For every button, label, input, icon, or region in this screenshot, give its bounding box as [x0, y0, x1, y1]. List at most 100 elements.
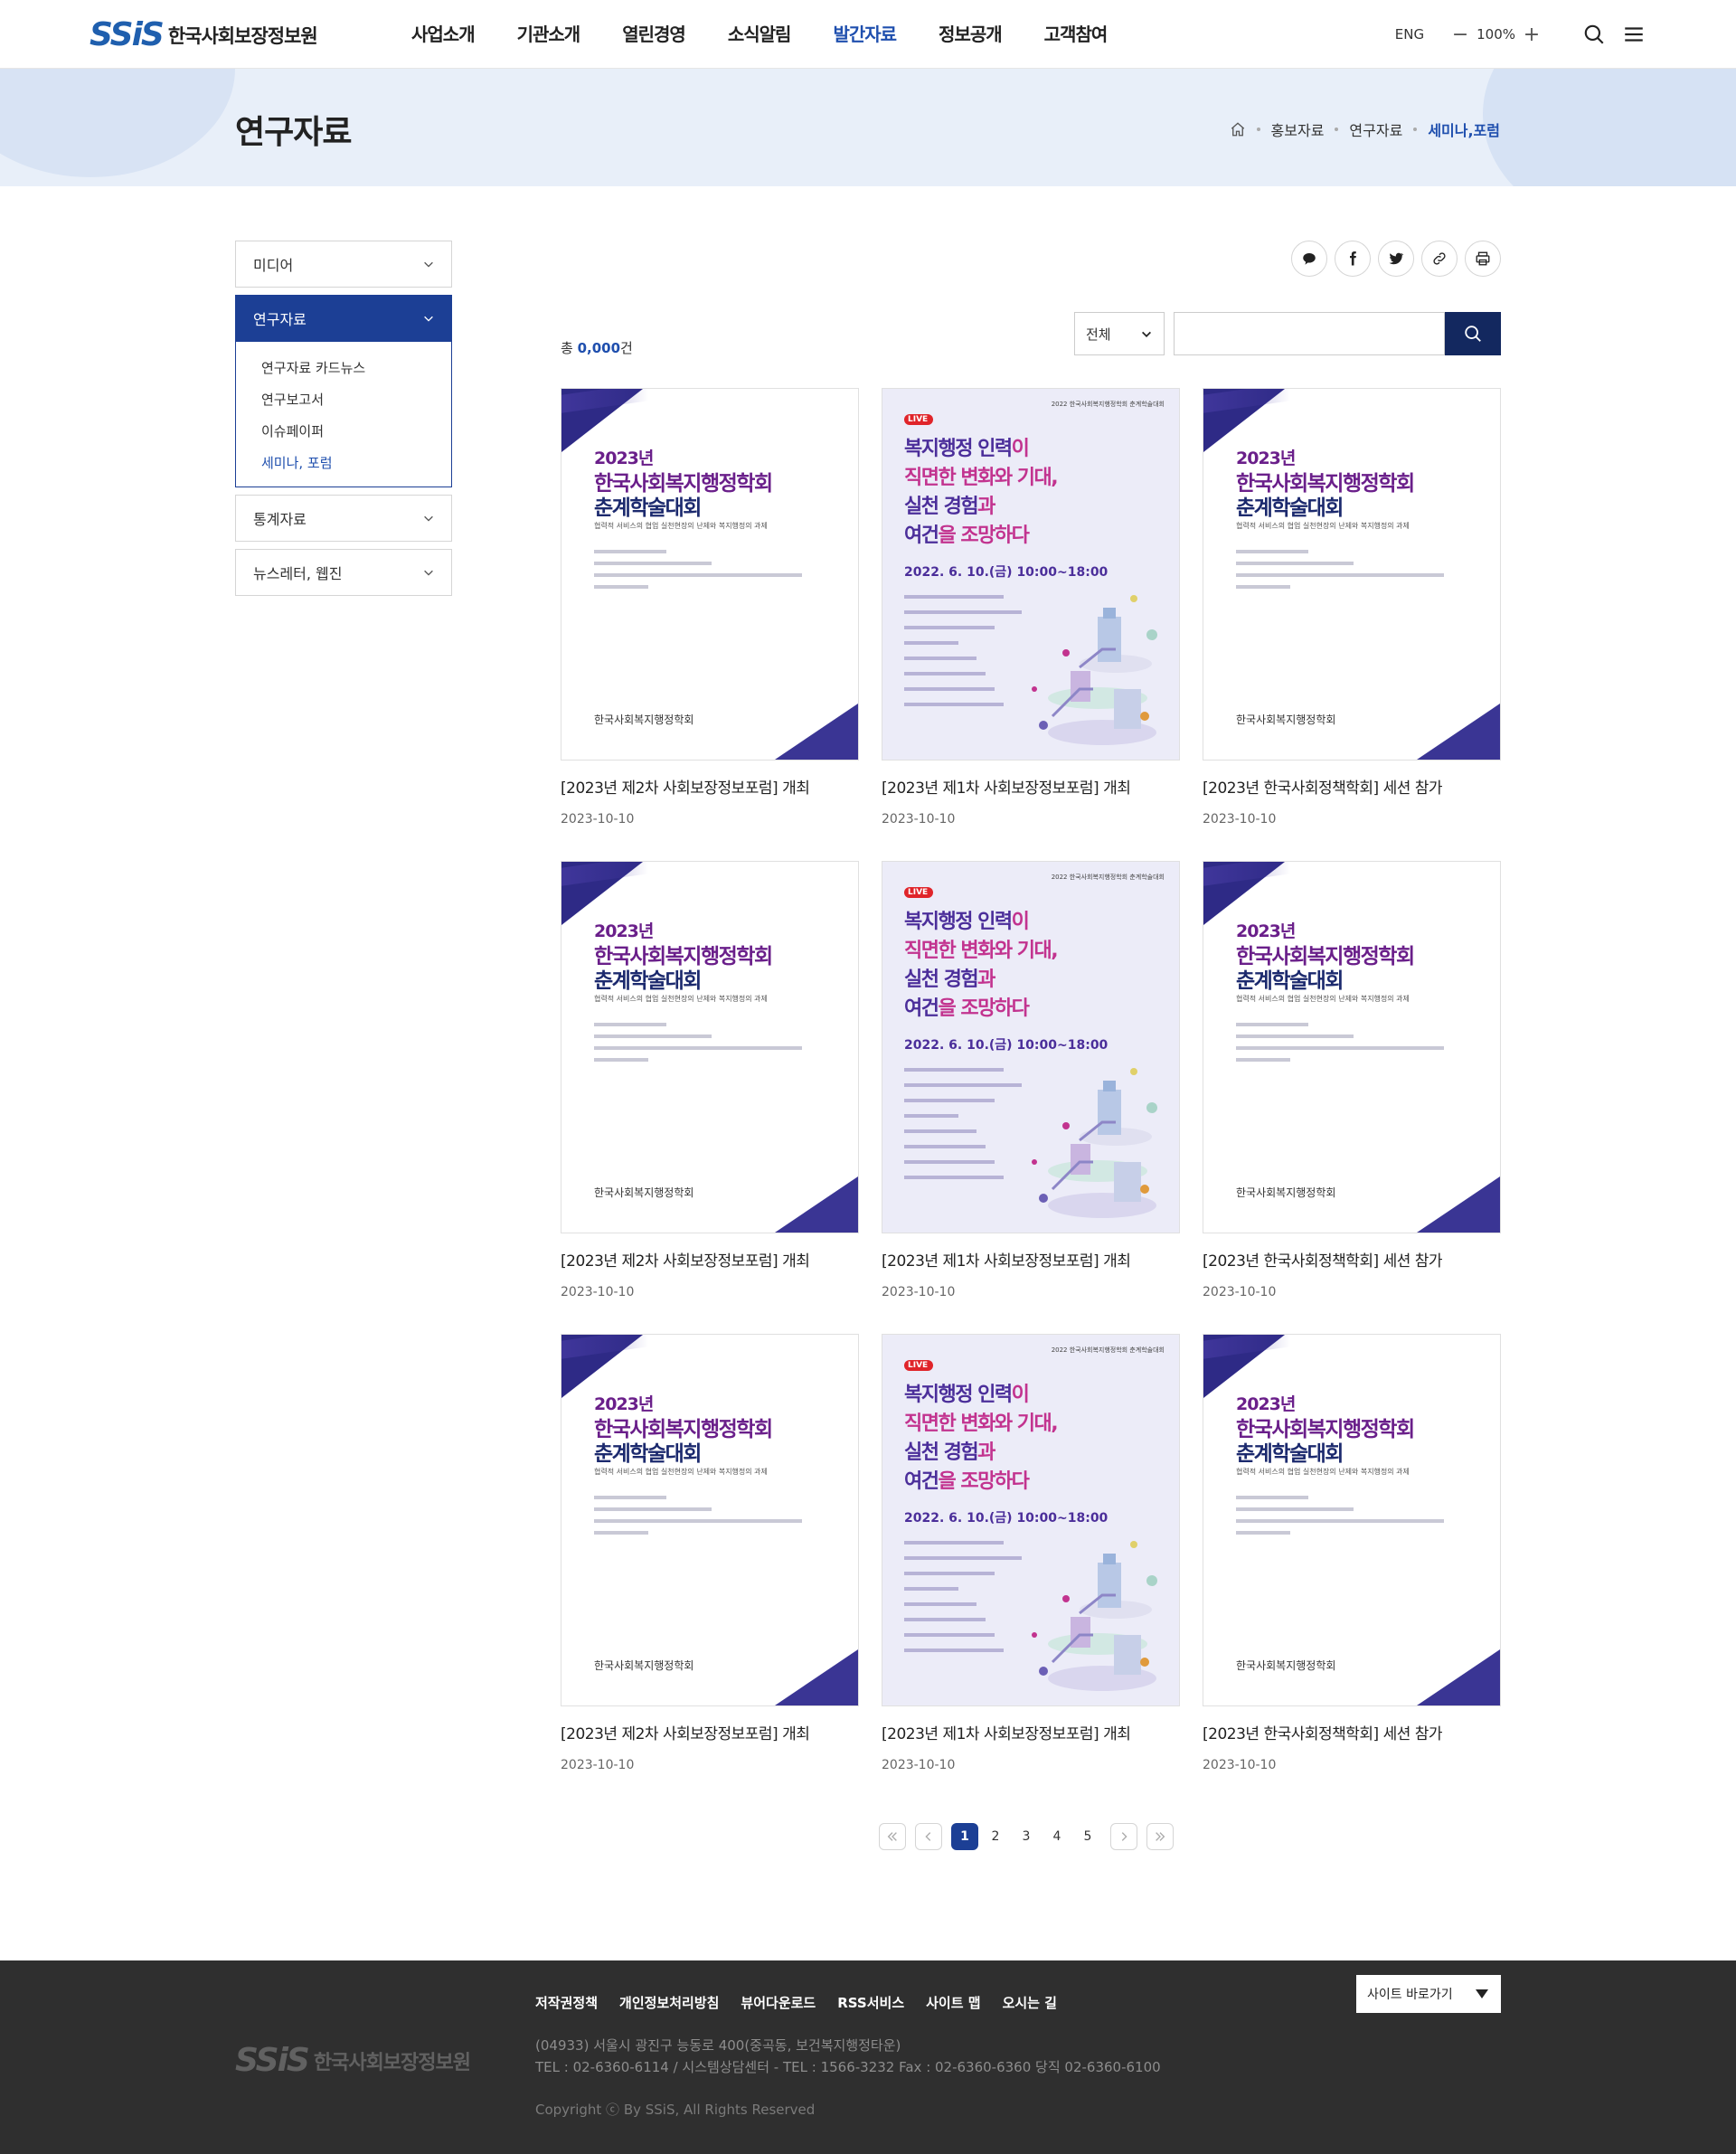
language-link[interactable]: ENG: [1395, 26, 1424, 43]
prev-page-button[interactable]: [915, 1823, 942, 1850]
card-date: 2023-10-10: [1203, 1285, 1277, 1299]
poster-thumbnail[interactable]: 2023년 한국사회복지행정학회 춘계학술대회 협력적 서비스의 협업 실천현장의 난…: [1203, 861, 1501, 1233]
last-page-button[interactable]: [1146, 1823, 1174, 1850]
caret-down-icon: [1476, 1989, 1488, 1998]
footer-link-privacy-policy[interactable]: 개인정보처리방침: [619, 1993, 719, 2012]
poster-info-lines: [904, 1068, 1031, 1191]
poster-thumbnail[interactable]: 2022 한국사회복지행정학회 춘계학술대회 LIVE 복지행정 인력이 직면한 변화…: [882, 861, 1180, 1233]
card-title[interactable]: [2023년 제1차 사회보장정보포럼] 개최: [882, 1721, 1180, 1743]
breadcrumb-item[interactable]: 홍보자료: [1271, 118, 1325, 140]
search-form: 전체: [1074, 312, 1501, 355]
poster-thumbnail[interactable]: 2023년 한국사회복지행정학회 춘계학술대회 협력적 서비스의 협업 실천현장의 난…: [561, 861, 859, 1233]
lnb-item-statistics[interactable]: 통계자료: [235, 495, 452, 542]
home-icon[interactable]: [1230, 121, 1246, 137]
share-kakao-button[interactable]: [1291, 241, 1327, 277]
search-button[interactable]: [1445, 312, 1501, 355]
page-number[interactable]: 2: [982, 1823, 1009, 1850]
chevron-down-icon: [424, 261, 433, 268]
lnb-item-newsletter[interactable]: 뉴스레터, 웹진: [235, 549, 452, 596]
footer-link-rss[interactable]: RSS서비스: [837, 1993, 904, 2012]
poster-thumbnail[interactable]: 2023년 한국사회복지행정학회 춘계학술대회 협력적 서비스의 협업 실천현장의 난…: [1203, 388, 1501, 761]
gnb-item-disclosure[interactable]: 정보공개: [939, 0, 1003, 69]
card-title[interactable]: [2023년 한국사회정책학회] 세션 참가: [1203, 1248, 1501, 1271]
seminar-card[interactable]: 2023년 한국사회복지행정학회 춘계학술대회 협력적 서비스의 협업 실천현장의 난…: [1203, 1334, 1501, 1807]
seminar-card[interactable]: 2023년 한국사회복지행정학회 춘계학술대회 협력적 서비스의 협업 실천현장의 난…: [561, 1334, 859, 1807]
family-site-select[interactable]: 사이트 바로가기: [1356, 1975, 1501, 2013]
page-number[interactable]: 5: [1074, 1823, 1101, 1850]
poster-info-lines: [594, 1496, 802, 1543]
search-icon[interactable]: [1582, 23, 1606, 46]
footer-link-directions[interactable]: 오시는 길: [1003, 1993, 1057, 2012]
menu-icon[interactable]: [1622, 23, 1646, 46]
search-icon: [1465, 326, 1481, 342]
seminar-card[interactable]: 2023년 한국사회복지행정학회 춘계학술대회 협력적 서비스의 협업 실천현장의 난…: [561, 388, 859, 861]
seminar-card[interactable]: 2022 한국사회복지행정학회 춘계학술대회 LIVE 복지행정 인력이 직면한 변화…: [882, 861, 1180, 1334]
footer-link-sitemap[interactable]: 사이트 맵: [926, 1993, 980, 2012]
breadcrumb-current[interactable]: 세미나,포럼: [1428, 118, 1500, 140]
decorative-shape: [775, 704, 858, 760]
poster-thumbnail[interactable]: 2023년 한국사회복지행정학회 춘계학술대회 협력적 서비스의 협업 실천현장의 난…: [561, 388, 859, 761]
search-category-select[interactable]: 전체: [1074, 312, 1165, 355]
copy-link-button[interactable]: [1421, 241, 1458, 277]
poster-thumbnail[interactable]: 2022 한국사회복지행정학회 춘계학술대회 LIVE 복지행정 인력이 직면한 변화…: [882, 1334, 1180, 1706]
seminar-card[interactable]: 2023년 한국사회복지행정학회 춘계학술대회 협력적 서비스의 협업 실천현장의 난…: [1203, 388, 1501, 861]
chevron-down-icon: [1142, 331, 1151, 337]
seminar-card[interactable]: 2023년 한국사회복지행정학회 춘계학술대회 협력적 서비스의 협업 실천현장의 난…: [1203, 861, 1501, 1334]
gnb-item-news[interactable]: 소식알림: [728, 0, 792, 69]
first-page-button[interactable]: [879, 1823, 906, 1850]
card-title[interactable]: [2023년 한국사회정책학회] 세션 참가: [1203, 1721, 1501, 1743]
local-navigation: 미디어 연구자료 연구자료 카드뉴스 연구보고서 이슈페이퍼 세미나, 포럼 통…: [235, 241, 452, 603]
lnb-sub-item-issue-paper[interactable]: 이슈페이퍼: [236, 416, 451, 448]
seminar-card[interactable]: 2023년 한국사회복지행정학회 춘계학술대회 협력적 서비스의 협업 실천현장의 난…: [561, 861, 859, 1334]
zoom-out-button[interactable]: −: [1451, 24, 1469, 46]
card-date: 2023-10-10: [561, 1758, 635, 1772]
poster-info-lines: [904, 595, 1031, 718]
search-input[interactable]: [1174, 312, 1445, 355]
poster-thumbnail[interactable]: 2023년 한국사회복지행정학회 춘계학술대회 협력적 서비스의 협업 실천현장의 난…: [561, 1334, 859, 1706]
card-title[interactable]: [2023년 제1차 사회보장정보포럼] 개최: [882, 775, 1180, 798]
breadcrumb-item[interactable]: 연구자료: [1349, 118, 1402, 140]
card-title[interactable]: [2023년 제2차 사회보장정보포럼] 개최: [561, 1248, 859, 1271]
card-title[interactable]: [2023년 한국사회정책학회] 세션 참가: [1203, 775, 1501, 798]
lnb-sub-item-seminar[interactable]: 세미나, 포럼: [236, 448, 451, 479]
lnb-item-media[interactable]: 미디어: [235, 241, 452, 288]
poster-thumbnail[interactable]: 2023년 한국사회복지행정학회 춘계학술대회 협력적 서비스의 협업 실천현장의 난…: [1203, 1334, 1501, 1706]
total-count: 총 0,000건: [561, 338, 633, 357]
zoom-in-button[interactable]: +: [1523, 24, 1541, 46]
gnb-item-publications[interactable]: 발간자료: [833, 0, 897, 69]
card-title[interactable]: [2023년 제1차 사회보장정보포럼] 개최: [882, 1248, 1180, 1271]
poster-thumbnail[interactable]: 2022 한국사회복지행정학회 춘계학술대회 LIVE 복지행정 인력이 직면한 변화…: [882, 388, 1180, 761]
print-button[interactable]: [1465, 241, 1501, 277]
share-facebook-button[interactable]: [1335, 241, 1371, 277]
lnb-item-research[interactable]: 연구자료: [235, 295, 452, 342]
footer-link-viewer-download[interactable]: 뷰어다운로드: [741, 1993, 816, 2012]
footer-link-copyright-policy[interactable]: 저작권정책: [535, 1993, 598, 2012]
kakao-talk-icon: [1303, 253, 1316, 265]
lnb-sub-item-cardnews[interactable]: 연구자료 카드뉴스: [236, 353, 451, 384]
gnb-item-management[interactable]: 열린경영: [622, 0, 686, 69]
site-logo[interactable]: SSiS 한국사회보장정보원: [90, 16, 318, 53]
card-title[interactable]: [2023년 제2차 사회보장정보포럼] 개최: [561, 1721, 859, 1743]
chevron-down-icon: [424, 515, 433, 522]
card-title[interactable]: [2023년 제2차 사회보장정보포럼] 개최: [561, 775, 859, 798]
page-number[interactable]: 4: [1043, 1823, 1071, 1850]
next-page-button[interactable]: [1110, 1823, 1137, 1850]
gnb-item-customer[interactable]: 고객참여: [1044, 0, 1109, 69]
lnb-sub-item-reports[interactable]: 연구보고서: [236, 384, 451, 416]
page-number[interactable]: 3: [1013, 1823, 1040, 1850]
page-number[interactable]: 1: [951, 1823, 978, 1850]
share-twitter-button[interactable]: [1378, 241, 1414, 277]
seminar-card[interactable]: 2022 한국사회복지행정학회 춘계학술대회 LIVE 복지행정 인력이 직면한 변화…: [882, 1334, 1180, 1807]
illustration-image: [1032, 595, 1157, 745]
poster-title-line2: 춘계학술대회: [1236, 496, 1344, 520]
poster-headline-line2: 직면한 변화와 기대,: [904, 940, 1059, 962]
poster-subtitle: 협력적 서비스의 협업 실천현장의 난제와 복지행정의 과제: [1236, 522, 1410, 530]
poster-headline-line4: 여건을 조망하다: [904, 524, 1030, 547]
gnb-item-about[interactable]: 기관소개: [517, 0, 581, 69]
seminar-card[interactable]: 2022 한국사회복지행정학회 춘계학술대회 LIVE 복지행정 인력이 직면한 변화…: [882, 388, 1180, 861]
double-chevron-left-icon: [887, 1832, 897, 1841]
card-date: 2023-10-10: [1203, 812, 1277, 827]
gnb-item-business[interactable]: 사업소개: [411, 0, 476, 69]
site-footer: SSiS 한국사회보장정보원 저작권정책 개인정보처리방침 뷰어다운로드 RSS…: [0, 1960, 1736, 2154]
poster-headline-line4: 여건을 조망하다: [904, 997, 1030, 1020]
